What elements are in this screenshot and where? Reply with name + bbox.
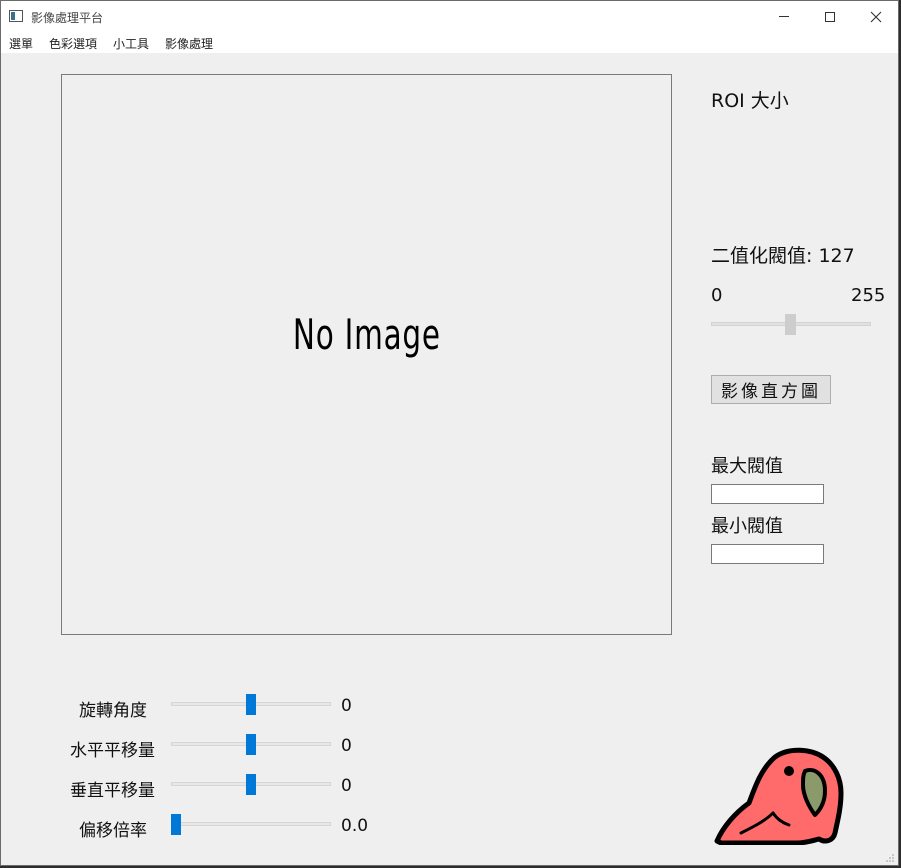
vertical-shift-value: 0: [341, 776, 352, 796]
minimize-icon: [779, 16, 789, 17]
rotation-value: 0: [341, 696, 352, 716]
min-threshold-input[interactable]: [711, 544, 824, 564]
rotation-slider-thumb[interactable]: [246, 694, 256, 715]
resize-grip-icon[interactable]: [886, 854, 894, 862]
offset-ratio-slider-thumb[interactable]: [171, 814, 181, 835]
max-threshold-input[interactable]: [711, 484, 824, 504]
app-window: 影像處理平台 選單 色彩選項 小工具 影像處理 No Image ROI 大小 …: [0, 0, 899, 866]
menu-item-tools[interactable]: 小工具: [113, 35, 149, 52]
roi-size-label: ROI 大小: [711, 90, 789, 112]
min-threshold-label: 最小閥值: [711, 516, 783, 537]
offset-ratio-value: 0.0: [341, 816, 369, 836]
rotation-angle-label: 旋轉角度: [79, 701, 147, 721]
image-display-panel[interactable]: No Image: [61, 74, 672, 635]
window-title: 影像處理平台: [31, 11, 104, 25]
vertical-shift-slider-thumb[interactable]: [246, 774, 256, 795]
threshold-slider-thumb[interactable]: [785, 314, 796, 335]
horizontal-shift-value: 0: [341, 736, 352, 756]
offset-ratio-slider-track[interactable]: [171, 822, 331, 826]
horizontal-shift-slider-thumb[interactable]: [246, 734, 256, 755]
offset-ratio-label: 偏移倍率: [79, 821, 147, 841]
maximize-icon: [825, 11, 835, 22]
close-button[interactable]: [853, 1, 899, 32]
party-parrot-icon: [714, 747, 844, 845]
menu-bar: 選單 色彩選項 小工具 影像處理: [1, 32, 898, 53]
threshold-max-label: 255: [851, 285, 886, 306]
minimize-button[interactable]: [761, 1, 807, 32]
no-image-placeholder: No Image: [292, 310, 441, 359]
title-bar[interactable]: 影像處理平台: [1, 1, 898, 32]
horizontal-shift-label: 水平平移量: [70, 741, 155, 761]
threshold-label: 二值化閥值: 127: [711, 245, 855, 267]
maximize-button[interactable]: [807, 1, 853, 32]
close-icon: [870, 11, 882, 22]
histogram-button[interactable]: 影像直方圖: [711, 375, 831, 404]
vertical-shift-label: 垂直平移量: [70, 781, 155, 801]
threshold-min-label: 0: [711, 285, 723, 306]
app-window-icon: [9, 10, 23, 22]
menu-item-image-processing[interactable]: 影像處理: [165, 35, 213, 52]
menu-item-color-options[interactable]: 色彩選項: [49, 35, 97, 52]
max-threshold-label: 最大閥值: [711, 456, 783, 477]
menu-item-options[interactable]: 選單: [9, 35, 33, 52]
